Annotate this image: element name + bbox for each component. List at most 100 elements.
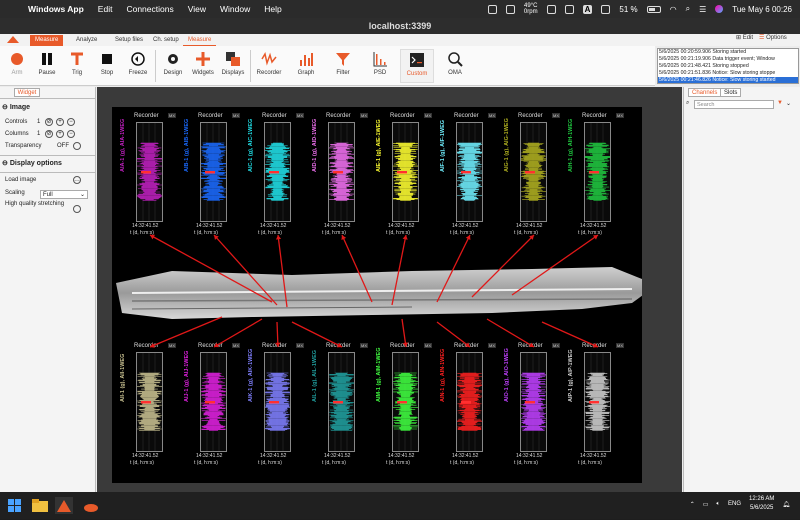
columns-increase-button[interactable]: + (56, 130, 64, 138)
pause-button[interactable]: Pause (32, 49, 62, 83)
recorder-button[interactable]: Recorder (254, 49, 284, 83)
screen-icon[interactable] (546, 4, 556, 14)
grid-icon[interactable] (505, 4, 515, 14)
event-log[interactable]: 5/6/2025 00:20:59.906 Storing started 5/… (657, 48, 799, 84)
controls-reset-button[interactable]: ⊘ (45, 118, 53, 126)
maximize-button[interactable]: MX (552, 113, 560, 118)
maximize-button[interactable]: MX (232, 113, 240, 118)
transparency-value[interactable]: OFF (57, 142, 69, 151)
recorder-widget[interactable]: Recorder MX AIN-1 (g), AIN-1WEG 14:32:41.52… (440, 342, 497, 470)
design-button[interactable]: Design (158, 49, 188, 83)
volume-icon[interactable]: 🔈︎ (716, 501, 720, 508)
cloud-app-icon[interactable] (82, 497, 100, 514)
maximize-button[interactable]: MX (488, 343, 496, 348)
controls-decrease-button[interactable]: − (67, 118, 75, 126)
maximize-button[interactable]: MX (360, 343, 368, 348)
menu-window[interactable]: Window (220, 4, 250, 14)
recorder-plot[interactable] (136, 352, 163, 452)
dropbox-icon[interactable] (487, 4, 497, 14)
recorder-plot[interactable] (520, 122, 547, 222)
recorder-widget[interactable]: Recorder MX AIP-1 (g), AIP-1WEG 14:32:41.52… (568, 342, 625, 470)
recorder-widget[interactable]: Recorder MX AIO-1 (g), AIO-1WEG 14:32:41.52… (504, 342, 561, 470)
recorder-plot[interactable] (200, 352, 227, 452)
filter-button[interactable]: Filter (328, 49, 358, 83)
maximize-button[interactable]: MX (424, 113, 432, 118)
custom-button[interactable]: Custom (400, 49, 434, 83)
recorder-widget[interactable]: Recorder MX AIE-1 (g), AIE-1WEG 14:32:41.52… (376, 112, 433, 240)
stop-button[interactable]: Stop (92, 49, 122, 83)
maximize-button[interactable]: MX (232, 343, 240, 348)
section-display-options-header[interactable]: ⊖ Display options (2, 159, 62, 167)
recorder-widget[interactable]: Recorder MX AIK-1 (g), AIK-1WEG 14:32:41.52… (248, 342, 305, 470)
freeze-button[interactable]: Freeze (123, 49, 153, 83)
recorder-plot[interactable] (200, 122, 227, 222)
options-button[interactable]: ☰ Options (759, 34, 787, 41)
control-center-icon[interactable]: ☰ (699, 5, 706, 14)
controls-increase-button[interactable]: + (56, 118, 64, 126)
maximize-button[interactable]: MX (488, 113, 496, 118)
section-image-header[interactable]: ⊖ Image (2, 103, 30, 111)
search-icon[interactable]: ⌕ (686, 4, 690, 14)
columns-reset-button[interactable]: ⊘ (45, 130, 53, 138)
app-name-menu[interactable]: Windows App (28, 4, 84, 14)
recorder-plot[interactable] (264, 122, 291, 222)
recorder-plot[interactable] (456, 122, 483, 222)
battery-percent[interactable]: 51 % (619, 5, 637, 14)
displays-button[interactable]: Displays (218, 49, 248, 83)
recorder-plot[interactable] (392, 352, 419, 452)
recorder-widget[interactable]: Recorder MX AID-1 (g), AID-1WEG 14:32:41.52… (312, 112, 369, 240)
maximize-button[interactable]: MX (360, 113, 368, 118)
input-source-indicator[interactable]: A (582, 4, 593, 14)
recorder-widget[interactable]: Recorder MX AIB-1 (g), AIB-1WEG 14:32:41.52… (184, 112, 241, 240)
recorder-widget[interactable]: Recorder MX AIJ-1 (g), AIJ-1WEG 14:32:41.52… (184, 342, 241, 470)
file-explorer-icon[interactable] (31, 497, 49, 514)
recorder-widget[interactable]: Recorder MX AII-1 (g), AII-1WEG 14:32:41.52… (120, 342, 177, 470)
battery-icon[interactable] (646, 5, 661, 13)
filter-icon[interactable]: ▼ (777, 100, 783, 106)
recorder-widget[interactable]: Recorder MX AIH-1 (g), AIH-1WEG 14:32:41.52… (568, 112, 625, 240)
recorder-widget[interactable]: Recorder MX AIL-1 (g), AIL-1WEG 14:32:41.52… (312, 342, 369, 470)
maximize-button[interactable]: MX (424, 343, 432, 348)
recorder-plot[interactable] (584, 122, 611, 222)
menu-connections[interactable]: Connections (126, 4, 173, 14)
maximize-button[interactable]: MX (552, 343, 560, 348)
edit-button[interactable]: ⊞ Edit (736, 34, 753, 41)
datetime[interactable]: Tue May 6 00:26 (732, 5, 792, 14)
tab-measure-main[interactable]: Measure (30, 35, 64, 46)
display-icon[interactable] (564, 4, 574, 14)
graph-button[interactable]: Graph (291, 49, 321, 83)
psd-button[interactable]: PSD (365, 49, 395, 83)
dewesoft-taskbar-icon[interactable] (55, 497, 73, 514)
widgets-button[interactable]: Widgets (188, 49, 218, 83)
recorder-plot[interactable] (264, 352, 291, 452)
menu-view[interactable]: View (188, 4, 206, 14)
tab-channels[interactable]: Channels (688, 88, 722, 97)
siri-icon[interactable] (715, 5, 724, 13)
taskbar-clock[interactable]: 12:26 AM 5/6/2025 (749, 495, 774, 513)
oma-button[interactable]: OMA (440, 49, 470, 83)
tab-analyze[interactable]: Analyze (71, 35, 102, 46)
scaling-select[interactable]: Full ⌄ (40, 190, 88, 199)
network-icon[interactable]: ▭ (703, 501, 709, 508)
recorder-plot[interactable] (520, 352, 547, 452)
recorder-widget[interactable]: Recorder MX AIF-1 (g), AIF-1WEG 14:32:41.52… (440, 112, 497, 240)
arm-button[interactable]: Arm (2, 49, 32, 83)
tab-measure[interactable]: Measure (183, 35, 217, 46)
chevron-down-icon[interactable]: ⌄ (786, 100, 791, 107)
recorder-plot[interactable] (584, 352, 611, 452)
hq-stretching-toggle[interactable] (73, 205, 81, 213)
wifi-icon[interactable]: ◠ (670, 5, 677, 14)
menu-help[interactable]: Help (264, 4, 281, 14)
maximize-button[interactable]: MX (296, 343, 304, 348)
maximize-button[interactable]: MX (168, 113, 176, 118)
menu-edit[interactable]: Edit (98, 4, 113, 14)
channel-search-input[interactable]: Search (694, 100, 774, 109)
recorder-plot[interactable] (392, 122, 419, 222)
maximize-button[interactable]: MX (616, 113, 624, 118)
recorder-plot[interactable] (136, 122, 163, 222)
chevron-up-icon[interactable]: ⌃ (690, 501, 695, 508)
windows-start-icon[interactable] (6, 497, 24, 514)
load-image-button[interactable]: … (73, 176, 81, 184)
tab-widget[interactable]: Widget (14, 88, 40, 97)
recorder-widget[interactable]: Recorder MX AIA-1 (g), AIA-1WEG 14:32:41.52… (120, 112, 177, 240)
